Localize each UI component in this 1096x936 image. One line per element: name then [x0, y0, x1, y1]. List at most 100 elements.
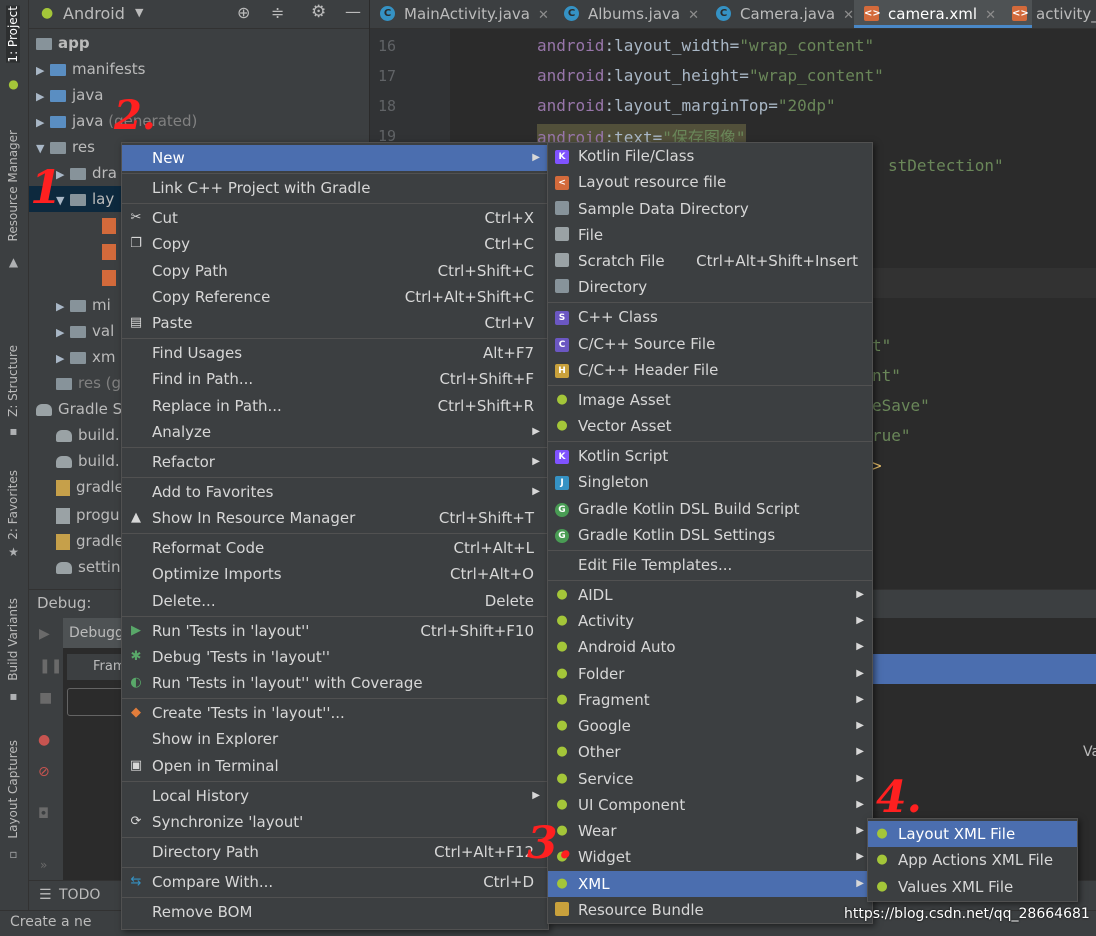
- menu-item-scratch-file[interactable]: Scratch File Ctrl+Alt+Shift+Insert: [548, 248, 872, 274]
- menu-item-sample-data-directory[interactable]: Sample Data Directory: [548, 196, 872, 222]
- close-icon[interactable]: ✕: [538, 8, 549, 23]
- menu-item-singleton[interactable]: J Singleton: [548, 469, 872, 495]
- menu-item-open-in-terminal[interactable]: ▣ Open in Terminal: [122, 753, 548, 779]
- menu-item-android-auto[interactable]: ● Android Auto ▶: [548, 634, 872, 660]
- menu-item-kotlin-file[interactable]: K Kotlin File/Class: [548, 143, 872, 169]
- close-icon[interactable]: ✕: [688, 8, 699, 23]
- menu-item-google[interactable]: ● Google ▶: [548, 713, 872, 739]
- menu-item-gradle-kotlin-settings[interactable]: G Gradle Kotlin DSL Settings: [548, 522, 872, 548]
- menu-item-image-asset[interactable]: ● Image Asset: [548, 387, 872, 413]
- close-icon[interactable]: ✕: [843, 8, 854, 23]
- todo-button[interactable]: TODO: [59, 887, 100, 903]
- tree-item-layout-file[interactable]: [102, 264, 122, 290]
- tree-item-build-gradle[interactable]: build.: [56, 422, 120, 448]
- thread-select[interactable]: [67, 688, 129, 716]
- tree-item-layout-file[interactable]: [102, 212, 122, 238]
- breakpoints-icon[interactable]: ●: [38, 732, 50, 748]
- mute-breakpoints-icon[interactable]: ⊘: [38, 764, 50, 780]
- tree-item-mipmap[interactable]: ▶ mi: [56, 292, 111, 318]
- menu-item-synchronize[interactable]: ⟳ Synchronize 'layout': [122, 809, 548, 835]
- chevron-right-icon[interactable]: ▶: [56, 294, 70, 320]
- menu-item-vector-asset[interactable]: ● Vector Asset: [548, 413, 872, 439]
- menu-item-create-tests[interactable]: ◆ Create 'Tests in 'layout''...: [122, 700, 548, 726]
- menu-item-copy-path[interactable]: Copy Path Ctrl+Shift+C: [122, 258, 548, 284]
- tree-item-app[interactable]: app: [36, 30, 90, 56]
- tree-item-build-gradle[interactable]: build.: [56, 448, 120, 474]
- menu-item-compare-with[interactable]: ⇆ Compare With... Ctrl+D: [122, 869, 548, 895]
- menu-item-find-in-path[interactable]: Find in Path... Ctrl+Shift+F: [122, 366, 548, 392]
- tree-item-res[interactable]: ▼ res: [36, 134, 95, 160]
- menu-item-local-history[interactable]: Local History ▶: [122, 783, 548, 809]
- chevron-down-icon[interactable]: ▼: [36, 136, 50, 162]
- tab-activity[interactable]: <>activity_r: [1002, 0, 1096, 28]
- tree-item-layout-file[interactable]: [102, 238, 122, 264]
- menu-item-edit-file-templates[interactable]: Edit File Templates...: [548, 552, 872, 578]
- menu-item-analyze[interactable]: Analyze ▶: [122, 419, 548, 445]
- tree-item-drawable[interactable]: ▶ dra: [56, 160, 117, 186]
- menu-item-values-xml[interactable]: ● Values XML File: [868, 874, 1077, 900]
- gear-icon[interactable]: ⚙: [311, 2, 326, 22]
- view-mode-select[interactable]: Android: [63, 4, 125, 23]
- menu-item-new[interactable]: New ▶: [122, 145, 548, 171]
- chevron-down-icon[interactable]: ▼: [135, 6, 143, 19]
- tree-item-java[interactable]: ▶ java: [36, 82, 103, 108]
- menu-item-aidl[interactable]: ● AIDL ▶: [548, 582, 872, 608]
- menu-item-fragment[interactable]: ● Fragment ▶: [548, 687, 872, 713]
- camera-icon[interactable]: ◘: [38, 806, 49, 822]
- menu-item-service[interactable]: ● Service ▶: [548, 766, 872, 792]
- tree-item-proguard[interactable]: progu: [56, 502, 120, 528]
- chevron-right-icon[interactable]: ▶: [56, 346, 70, 372]
- menu-item-layout-xml-file[interactable]: ● Layout XML File: [868, 821, 1077, 847]
- tree-item-manifests[interactable]: ▶ manifests: [36, 56, 146, 82]
- tree-item-res-generated[interactable]: res (g: [56, 370, 121, 396]
- tab-debugger[interactable]: Debugg: [63, 618, 129, 648]
- tree-item-gradle-scripts[interactable]: Gradle Sc: [36, 396, 130, 422]
- menu-item-optimize-imports[interactable]: Optimize Imports Ctrl+Alt+O: [122, 561, 548, 587]
- menu-item-copy[interactable]: ❐ Copy Ctrl+C: [122, 231, 548, 257]
- structure-tool-button[interactable]: Z: Structure: [6, 345, 20, 417]
- tree-item-settings-gradle[interactable]: settin: [56, 554, 120, 580]
- menu-item-copy-reference[interactable]: Copy Reference Ctrl+Alt+Shift+C: [122, 284, 548, 310]
- menu-item-delete[interactable]: Delete... Delete: [122, 588, 548, 614]
- tab-mainactivity[interactable]: C MainActivity.java ✕: [370, 0, 584, 28]
- variables-row-selected[interactable]: [871, 654, 1096, 684]
- menu-item-paste[interactable]: ▤ Paste Ctrl+V: [122, 310, 548, 336]
- tree-item-gradle-properties[interactable]: gradle: [56, 474, 124, 500]
- menu-item-debug-tests[interactable]: ✱ Debug 'Tests in 'layout'': [122, 644, 548, 670]
- menu-item-ui-component[interactable]: ● UI Component ▶: [548, 792, 872, 818]
- resource-manager-tool-button[interactable]: Resource Manager: [6, 130, 20, 241]
- resume-icon[interactable]: ▶: [39, 626, 50, 642]
- tree-item-gradle-properties[interactable]: gradle: [56, 528, 124, 554]
- chevron-right-icon[interactable]: ▶: [36, 84, 50, 110]
- menu-item-link-cpp[interactable]: Link C++ Project with Gradle: [122, 175, 548, 201]
- more-icon[interactable]: »: [40, 858, 47, 872]
- menu-item-gradle-kotlin-build[interactable]: G Gradle Kotlin DSL Build Script: [548, 496, 872, 522]
- menu-item-file[interactable]: File: [548, 222, 872, 248]
- menu-item-cut[interactable]: ✂ Cut Ctrl+X: [122, 205, 548, 231]
- chevron-right-icon[interactable]: ▶: [36, 110, 50, 136]
- minimize-icon[interactable]: —: [345, 2, 361, 21]
- menu-item-refactor[interactable]: Refactor ▶: [122, 449, 548, 475]
- menu-item-kotlin-script[interactable]: K Kotlin Script: [548, 443, 872, 469]
- stop-icon[interactable]: ■: [39, 690, 52, 706]
- menu-item-cpp-class[interactable]: S C++ Class: [548, 304, 872, 330]
- menu-item-layout-resource-file[interactable]: < Layout resource file: [548, 169, 872, 195]
- menu-item-xml[interactable]: ● XML ▶: [548, 871, 872, 897]
- menu-item-add-to-favorites[interactable]: Add to Favorites ▶: [122, 479, 548, 505]
- menu-item-show-in-explorer[interactable]: Show in Explorer: [122, 726, 548, 752]
- menu-item-directory-path[interactable]: Directory Path Ctrl+Alt+F12: [122, 839, 548, 865]
- menu-item-widget[interactable]: ● Widget ▶: [548, 844, 872, 870]
- menu-item-wear[interactable]: ● Wear ▶: [548, 818, 872, 844]
- menu-item-cpp-source[interactable]: C C/C++ Source File: [548, 331, 872, 357]
- close-icon[interactable]: ✕: [985, 8, 996, 23]
- menu-item-directory[interactable]: Directory: [548, 274, 872, 300]
- menu-item-folder[interactable]: ● Folder ▶: [548, 661, 872, 687]
- menu-item-reformat-code[interactable]: Reformat Code Ctrl+Alt+L: [122, 535, 548, 561]
- menu-item-activity[interactable]: ● Activity ▶: [548, 608, 872, 634]
- menu-item-show-in-resource-manager[interactable]: ▲ Show In Resource Manager Ctrl+Shift+T: [122, 505, 548, 531]
- layout-captures-tool-button[interactable]: Layout Captures: [6, 740, 20, 839]
- project-tool-button[interactable]: 1: Project: [6, 6, 20, 63]
- menu-item-run-tests[interactable]: ▶ Run 'Tests in 'layout'' Ctrl+Shift+F10: [122, 618, 548, 644]
- menu-item-cpp-header[interactable]: H C/C++ Header File: [548, 357, 872, 383]
- tree-item-values[interactable]: ▶ val: [56, 318, 114, 344]
